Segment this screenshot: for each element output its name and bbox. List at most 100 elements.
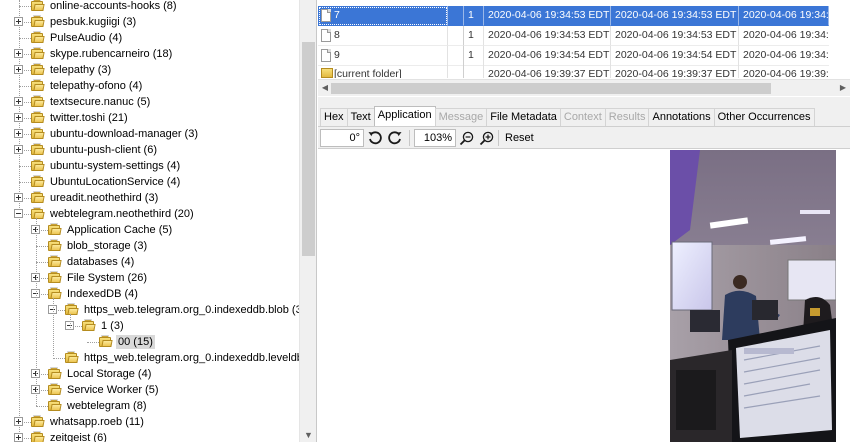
folder-icon (30, 143, 45, 156)
tab-file-metadata[interactable]: File Metadata (486, 108, 561, 126)
expand-plus-icon[interactable] (14, 113, 23, 122)
tree-item-label[interactable]: databases (4) (65, 255, 136, 269)
folder-icon (30, 159, 45, 172)
tree-item-label[interactable]: whatsapp.roeb (11) (48, 415, 146, 429)
zoom-out-icon[interactable] (458, 129, 476, 147)
tree-item[interactable]: Local Storage (4) (0, 366, 299, 382)
tree-item-label[interactable]: 00 (15) (116, 335, 155, 349)
table-row[interactable]: 9 1 2020-04-06 19:34:54 EDT 2020-04-06 19:3… (318, 46, 850, 66)
tree-item-label[interactable]: blob_storage (3) (65, 239, 149, 253)
reset-button[interactable]: Reset (502, 129, 537, 147)
tree-item-label[interactable]: telepathy-ofono (4) (48, 79, 144, 93)
table-cell-t3: 2020-04-06 19:34: (739, 26, 829, 46)
tab-annotations[interactable]: Annotations (648, 108, 715, 126)
expand-plus-icon[interactable] (14, 145, 23, 154)
file-list-table[interactable]: 7 1 2020-04-06 19:34:53 EDT 2020-04-06 19:3… (318, 0, 850, 78)
tree-item[interactable]: ureadit.neothethird (3) (0, 190, 299, 206)
tree-item[interactable]: 1 (3) (0, 318, 299, 334)
tree-item[interactable]: pesbuk.kugiigi (3) (0, 14, 299, 30)
tree-item[interactable]: 00 (15) (0, 334, 299, 350)
tab-hex[interactable]: Hex (320, 108, 348, 126)
tree-item-label[interactable]: UbuntuLocationService (4) (48, 175, 182, 189)
tree-item-label[interactable]: pesbuk.kugiigi (3) (48, 15, 138, 29)
tree-item-label[interactable]: textsecure.nanuc (5) (48, 95, 152, 109)
tree-item[interactable]: Application Cache (5) (0, 222, 299, 238)
tree-item-label[interactable]: ubuntu-download-manager (3) (48, 127, 200, 141)
tree-item[interactable]: https_web.telegram.org_0.indexeddb.level… (0, 350, 316, 366)
tree-item[interactable]: telepathy-ofono (4) (0, 78, 299, 94)
folder-icon (321, 68, 333, 78)
table-horizontal-scrollbar[interactable]: ◀ ▶ (318, 79, 850, 96)
tab-text[interactable]: Text (346, 108, 375, 126)
tree-item[interactable]: whatsapp.roeb (11) (0, 414, 299, 430)
folder-icon (30, 95, 45, 108)
expand-plus-icon[interactable] (14, 193, 23, 202)
tree-item[interactable]: webtelegram (8) (0, 398, 299, 414)
scroll-right-arrow-icon[interactable]: ▶ (838, 82, 848, 94)
tree-item[interactable]: https_web.telegram.org_0.indexeddb.blob … (0, 302, 305, 318)
tree-item-label[interactable]: 1 (3) (99, 319, 126, 333)
rotate-right-icon[interactable] (386, 129, 404, 147)
expand-plus-icon[interactable] (14, 417, 23, 426)
tree-item[interactable]: textsecure.nanuc (5) (0, 94, 299, 110)
scroll-down-arrow-icon[interactable]: ▼ (303, 430, 314, 440)
tree-item-label[interactable]: ubuntu-system-settings (4) (48, 159, 182, 173)
tree-item-label[interactable]: https_web.telegram.org_0.indexeddb.blob … (82, 303, 307, 317)
tree-item[interactable]: zeitgeist (6) (0, 430, 299, 442)
table-cell-text: 1 (468, 49, 474, 61)
tree-item[interactable]: ubuntu-push-client (6) (0, 142, 299, 158)
tree-item-label[interactable]: https_web.telegram.org_0.indexeddb.level… (82, 351, 316, 365)
tree-item[interactable]: File System (26) (0, 270, 299, 286)
tree-item-label[interactable]: Service Worker (5) (65, 383, 160, 397)
collapse-minus-icon[interactable] (14, 209, 23, 218)
tree-item[interactable]: ubuntu-system-settings (4) (0, 158, 299, 174)
tree-item-label[interactable]: webtelegram.neothethird (20) (48, 207, 196, 221)
expand-plus-icon[interactable] (14, 49, 23, 58)
expand-plus-icon[interactable] (14, 65, 23, 74)
tree-item-label[interactable]: skype.rubencarneiro (18) (48, 47, 174, 61)
tree-item-label[interactable]: twitter.toshi (21) (48, 111, 130, 125)
tree-vertical-scrollbar[interactable]: ▼ (299, 0, 316, 442)
tree-item[interactable]: UbuntuLocationService (4) (0, 174, 299, 190)
tree-item[interactable]: blob_storage (3) (0, 238, 299, 254)
tree-scrollbar-thumb[interactable] (302, 42, 315, 256)
expand-plus-icon[interactable] (14, 97, 23, 106)
tree-item-label[interactable]: webtelegram (8) (65, 399, 148, 413)
tree-item-label[interactable]: ubuntu-push-client (6) (48, 143, 159, 157)
tree-item[interactable]: online-accounts-hooks (8) (0, 0, 299, 14)
tree-item-label[interactable]: online-accounts-hooks (8) (48, 0, 179, 13)
tree-item-label[interactable]: Application Cache (5) (65, 223, 174, 237)
table-row[interactable]: [current folder] 2020-04-06 19:39:37 EDT 2… (318, 65, 850, 78)
scroll-left-arrow-icon[interactable]: ◀ (320, 82, 330, 94)
tab-other-occurrences[interactable]: Other Occurrences (713, 108, 815, 126)
expand-plus-icon[interactable] (14, 17, 23, 26)
tree-item-label[interactable]: telepathy (3) (48, 63, 113, 77)
tree-item-label[interactable]: IndexedDB (4) (65, 287, 140, 301)
tree-item-label[interactable]: File System (26) (65, 271, 149, 285)
table-scrollbar-thumb[interactable] (331, 83, 771, 94)
tree-item[interactable]: Service Worker (5) (0, 382, 299, 398)
expand-plus-icon[interactable] (14, 129, 23, 138)
tree-item-label[interactable]: ureadit.neothethird (3) (48, 191, 160, 205)
tree-item[interactable]: webtelegram.neothethird (20) (0, 206, 299, 222)
tree-item-label[interactable]: Local Storage (4) (65, 367, 153, 381)
rotate-left-icon[interactable] (366, 129, 384, 147)
tab-application[interactable]: Application (373, 106, 436, 126)
tree-item[interactable]: ubuntu-download-manager (3) (0, 126, 299, 142)
directory-tree[interactable]: online-accounts-hooks (8) pesbuk.kugiigi … (0, 0, 317, 442)
tree-item[interactable]: PulseAudio (4) (0, 30, 299, 46)
tree-item[interactable]: databases (4) (0, 254, 299, 270)
rotation-field[interactable]: 0° (320, 129, 364, 147)
table-row[interactable]: 7 1 2020-04-06 19:34:53 EDT 2020-04-06 19:3… (318, 6, 850, 26)
zoom-in-icon[interactable] (478, 129, 496, 147)
tree-item-label[interactable]: PulseAudio (4) (48, 31, 124, 45)
tree-item-label[interactable]: zeitgeist (6) (48, 431, 109, 442)
tree-item[interactable]: twitter.toshi (21) (0, 110, 299, 126)
expand-plus-icon[interactable] (14, 433, 23, 442)
tree-item[interactable]: skype.rubencarneiro (18) (0, 46, 299, 62)
table-cell-num (464, 65, 484, 78)
tree-item[interactable]: IndexedDB (4) (0, 286, 299, 302)
tree-item[interactable]: telepathy (3) (0, 62, 299, 78)
table-row[interactable]: 8 1 2020-04-06 19:34:53 EDT 2020-04-06 19:3… (318, 26, 850, 46)
zoom-field[interactable]: 103% (414, 129, 456, 147)
